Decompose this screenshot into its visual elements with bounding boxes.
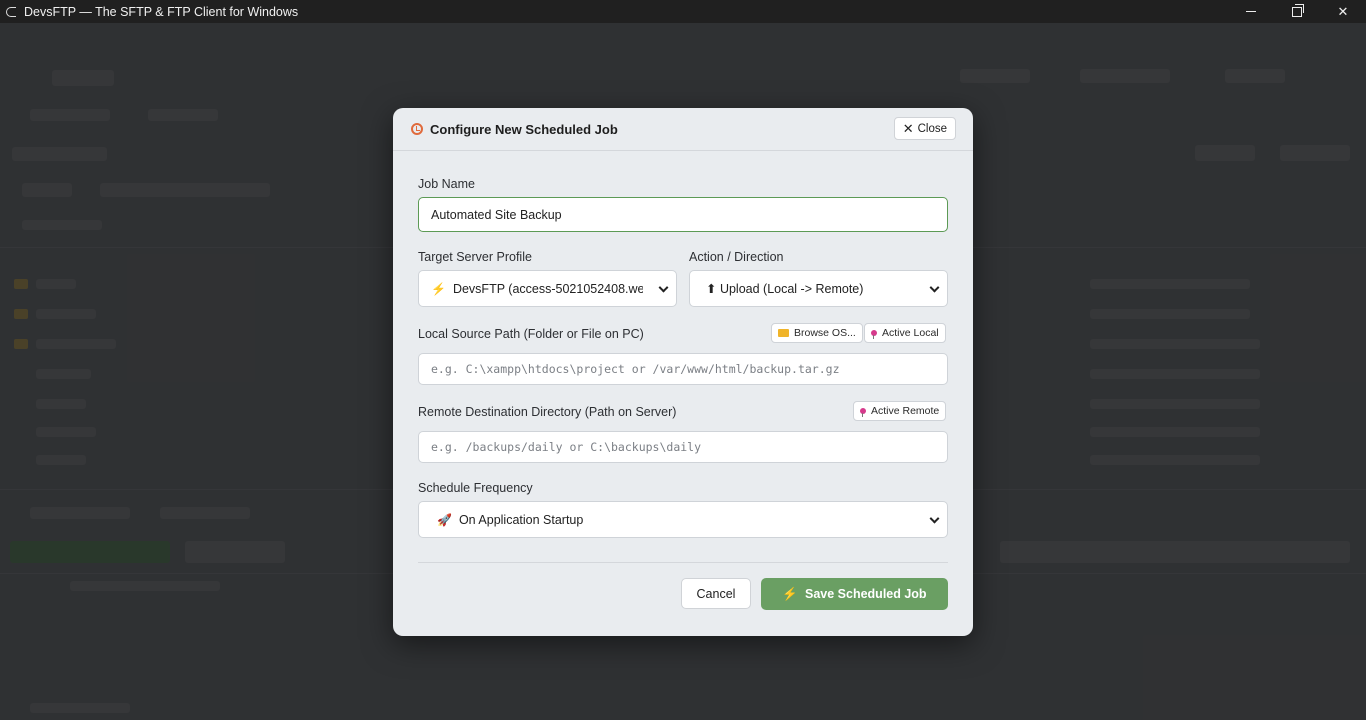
dialog-header: Configure New Scheduled Job ✕ Close xyxy=(393,108,973,151)
cancel-label: Cancel xyxy=(696,586,736,601)
target-server-value: DevsFTP (access-5021052408.wel xyxy=(452,281,643,296)
app-logo-icon xyxy=(6,6,16,17)
close-x-icon: ✕ xyxy=(902,121,914,136)
remote-path-label: Remote Destination Directory (Path on Se… xyxy=(418,405,677,419)
browse-os-label: Browse OS... xyxy=(794,327,856,339)
scheduled-job-dialog: Configure New Scheduled Job ✕ Close Job … xyxy=(393,108,973,636)
frequency-value: On Application Startup xyxy=(458,512,584,527)
pin-icon xyxy=(871,330,877,339)
local-path-label: Local Source Path (Folder or File on PC) xyxy=(418,327,644,341)
chevron-down-icon xyxy=(929,282,940,293)
close-window-button[interactable]: ✕ xyxy=(1320,0,1366,23)
minimize-button[interactable] xyxy=(1228,0,1274,23)
dialog-title: Configure New Scheduled Job xyxy=(430,121,618,137)
window-title: DevsFTP — The SFTP & FTP Client for Wind… xyxy=(24,4,299,19)
close-dialog-button[interactable]: ✕ Close xyxy=(893,117,956,140)
restore-button[interactable] xyxy=(1274,0,1320,23)
minimize-icon xyxy=(1246,11,1256,12)
active-local-button[interactable]: Active Local xyxy=(864,323,946,343)
alarm-clock-icon xyxy=(411,123,423,135)
close-label: Close xyxy=(917,122,947,135)
save-label: Save Scheduled Job xyxy=(805,587,927,601)
active-remote-button[interactable]: Active Remote xyxy=(853,401,947,421)
window-titlebar: DevsFTP — The SFTP & FTP Client for Wind… xyxy=(0,0,1366,23)
action-direction-select[interactable]: ⬆ Upload (Local -> Remote) xyxy=(689,270,948,307)
window-controls: ✕ xyxy=(1228,0,1366,23)
active-remote-label: Active Remote xyxy=(871,405,940,417)
rocket-icon: 🚀 xyxy=(437,512,452,527)
local-path-placeholder: e.g. C:\xampp\htdocs\project or /var/www… xyxy=(431,362,840,376)
target-server-select[interactable]: ⚡ DevsFTP (access-5021052408.wel xyxy=(418,270,677,307)
remote-path-input[interactable]: e.g. /backups/daily or C:\backups\daily xyxy=(418,431,948,463)
pin-icon xyxy=(860,408,866,417)
job-name-label: Job Name xyxy=(418,177,475,191)
action-direction-label: Action / Direction xyxy=(689,250,784,264)
chevron-down-icon xyxy=(658,282,669,293)
local-path-input[interactable]: e.g. C:\xampp\htdocs\project or /var/www… xyxy=(418,353,948,385)
action-direction-value: ⬆ Upload (Local -> Remote) xyxy=(706,282,864,296)
browse-os-button[interactable]: Browse OS... xyxy=(771,323,863,343)
job-name-value: Automated Site Backup xyxy=(431,207,562,222)
close-icon: ✕ xyxy=(1337,3,1349,19)
remote-path-placeholder: e.g. /backups/daily or C:\backups\daily xyxy=(431,440,702,454)
cancel-button[interactable]: Cancel xyxy=(681,578,751,609)
bolt-icon: ⚡ xyxy=(431,281,446,296)
restore-icon xyxy=(1292,3,1304,17)
target-server-label: Target Server Profile xyxy=(418,250,532,264)
bolt-icon: ⚡ xyxy=(782,586,798,601)
active-local-label: Active Local xyxy=(882,327,939,339)
frequency-select[interactable]: 🚀 On Application Startup xyxy=(418,501,948,538)
job-name-input[interactable]: Automated Site Backup xyxy=(418,197,948,232)
chevron-down-icon xyxy=(929,513,940,524)
footer-divider xyxy=(418,562,948,563)
frequency-label: Schedule Frequency xyxy=(418,481,533,495)
save-scheduled-job-button[interactable]: ⚡ Save Scheduled Job xyxy=(761,578,948,610)
folder-icon xyxy=(778,329,789,337)
